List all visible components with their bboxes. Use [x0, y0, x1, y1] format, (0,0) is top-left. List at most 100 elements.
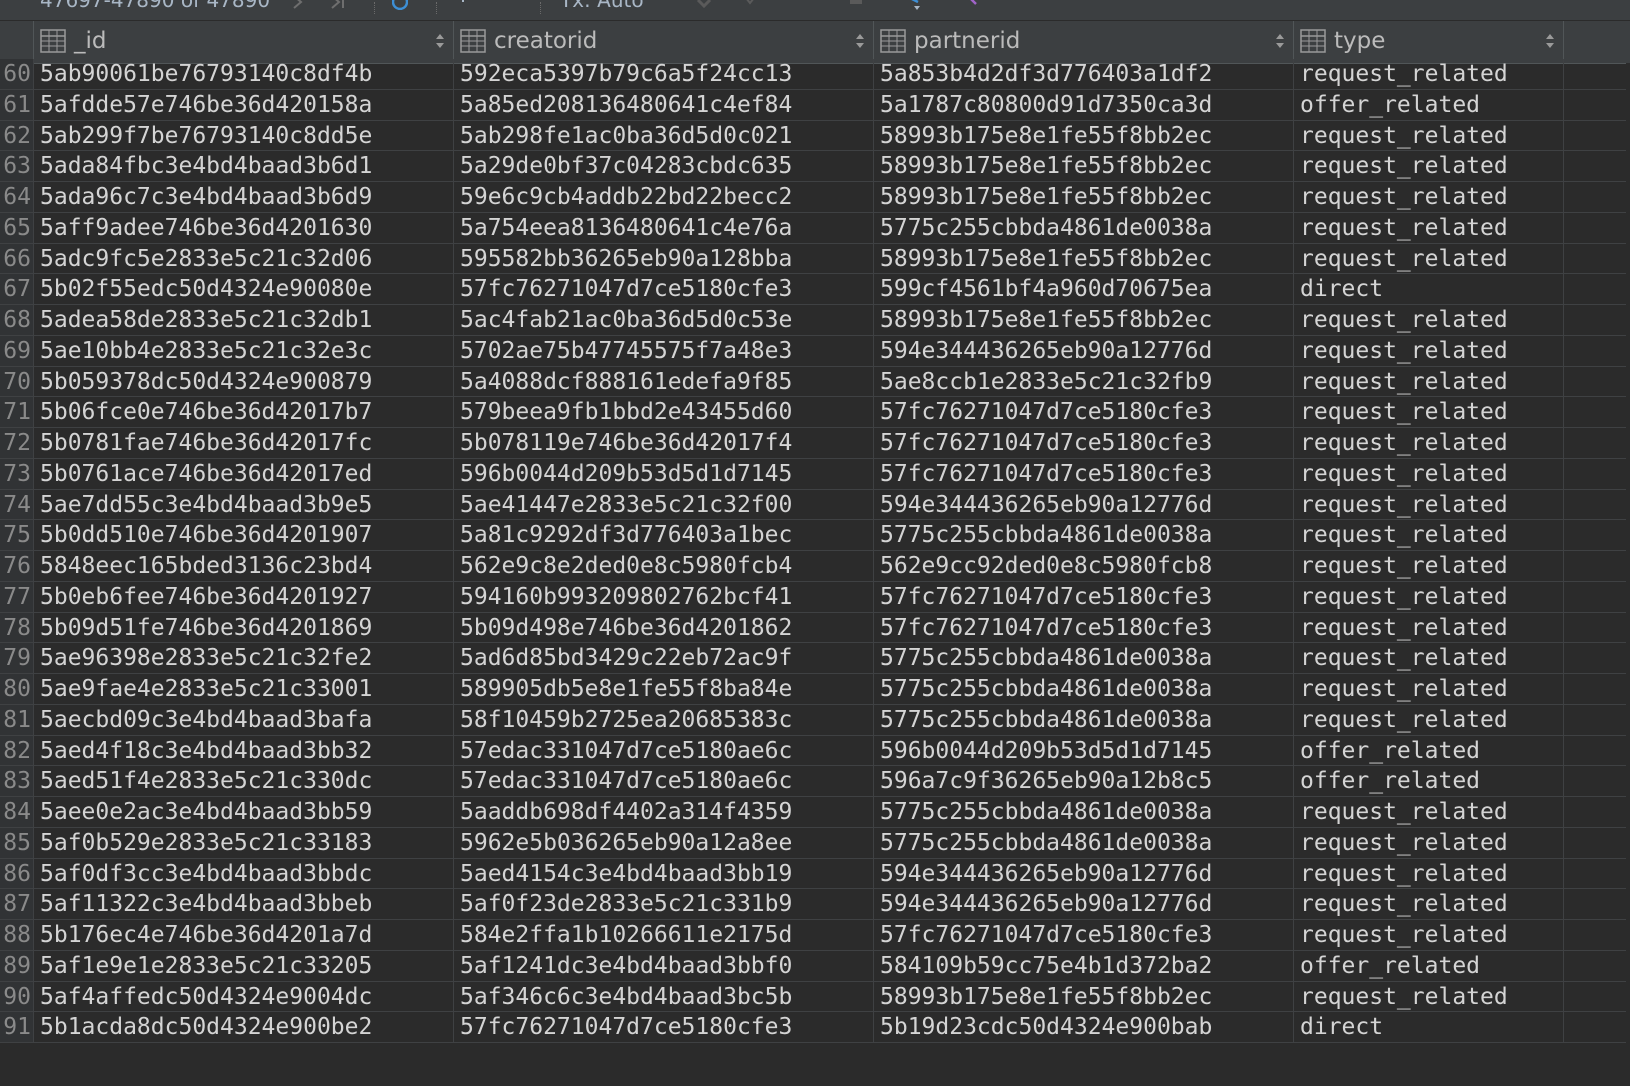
- cell-id[interactable]: 5af1e9e1e2833e5c21c33205: [34, 950, 454, 981]
- cell-creatorid[interactable]: 594160b993209802762bcf41: [454, 581, 874, 612]
- cell-id[interactable]: 5b176ec4e746be36d4201a7d: [34, 920, 454, 950]
- table-row[interactable]: 83 5aed51f4e2833e5c21c330dc 57edac331047d7…: [0, 766, 1630, 797]
- cell-creatorid[interactable]: 57edac331047d7ce5180ae6c: [454, 766, 874, 796]
- cell-id[interactable]: 5aff9adee746be36d4201630: [34, 212, 454, 243]
- cell-partnerid[interactable]: 5775c255cbbda4861de0038a: [874, 520, 1294, 550]
- cell-id[interactable]: 5b0761ace746be36d42017ed: [34, 458, 454, 489]
- cell-type[interactable]: request_related: [1294, 182, 1564, 212]
- table-row[interactable]: 87 5af11322c3e4bd4baad3bbeb 5af0f23de2833e…: [0, 889, 1630, 920]
- cell-creatorid[interactable]: 57fc76271047d7ce5180cfe3: [454, 1012, 874, 1042]
- cell-type[interactable]: request_related: [1294, 458, 1564, 489]
- cell-creatorid[interactable]: 5a4088dcf888161edefa9f85: [454, 366, 874, 397]
- last-page-icon[interactable]: [330, 0, 346, 10]
- cell-type[interactable]: request_related: [1294, 704, 1564, 735]
- cell-type[interactable]: request_related: [1294, 59, 1564, 89]
- table-row[interactable]: 71 5b06fce0e746be36d42017b7 579beea9fb1bbd…: [0, 397, 1630, 428]
- table-row[interactable]: 64 5ada96c7c3e4bd4baad3b6d9 59e6c9cb4addb2…: [0, 182, 1630, 213]
- cell-type[interactable]: offer_related: [1294, 766, 1564, 796]
- cell-partnerid[interactable]: 594e344436265eb90a12776d: [874, 335, 1294, 366]
- table-row[interactable]: 76 5848eec165bded3136c23bd4 562e9c8e2ded0e…: [0, 551, 1630, 582]
- cell-creatorid[interactable]: 562e9c8e2ded0e8c5980fcb4: [454, 551, 874, 581]
- cell-partnerid[interactable]: 5775c255cbbda4861de0038a: [874, 212, 1294, 243]
- cell-partnerid[interactable]: 562e9cc92ded0e8c5980fcb8: [874, 551, 1294, 581]
- cell-creatorid[interactable]: 5ae41447e2833e5c21c32f00: [454, 489, 874, 520]
- cell-type[interactable]: request_related: [1294, 827, 1564, 858]
- cell-creatorid[interactable]: 5b078119e746be36d42017f4: [454, 428, 874, 458]
- cell-id[interactable]: 5ae96398e2833e5c21c32fe2: [34, 643, 454, 673]
- cell-creatorid[interactable]: 5a754eea8136480641c4e76a: [454, 212, 874, 243]
- sort-icon[interactable]: [435, 33, 445, 49]
- next-page-icon[interactable]: [290, 0, 306, 10]
- cell-type[interactable]: request_related: [1294, 520, 1564, 550]
- stop-icon[interactable]: [848, 0, 864, 10]
- cell-type[interactable]: direct: [1294, 274, 1564, 304]
- cell-partnerid[interactable]: 58993b175e8e1fe55f8bb2ec: [874, 981, 1294, 1012]
- add-row-icon[interactable]: [455, 0, 471, 10]
- table-row[interactable]: 88 5b176ec4e746be36d4201a7d 584e2ffa1b1026…: [0, 920, 1630, 951]
- cell-creatorid[interactable]: 5a81c9292df3d776403a1bec: [454, 520, 874, 550]
- commit-icon[interactable]: [696, 0, 712, 10]
- table-row[interactable]: 82 5aed4f18c3e4bd4baad3bb32 57edac331047d7…: [0, 735, 1630, 767]
- cell-type[interactable]: offer_related: [1294, 950, 1564, 981]
- table-row[interactable]: 61 5afdde57e746be36d420158a 5a85ed20813648…: [0, 89, 1630, 121]
- cell-creatorid[interactable]: 596b0044d209b53d5d1d7145: [454, 458, 874, 489]
- column-header-partnerid[interactable]: partnerid: [874, 21, 1294, 63]
- cell-type[interactable]: request_related: [1294, 428, 1564, 458]
- table-row[interactable]: 72 5b0781fae746be36d42017fc 5b078119e746be…: [0, 428, 1630, 459]
- cell-id[interactable]: 5af0b529e2833e5c21c33183: [34, 827, 454, 858]
- cell-id[interactable]: 5ab90061be76793140c8df4b: [34, 59, 454, 89]
- cell-partnerid[interactable]: 5775c255cbbda4861de0038a: [874, 827, 1294, 858]
- table-row[interactable]: 68 5adea58de2833e5c21c32db1 5ac4fab21ac0ba…: [0, 305, 1630, 336]
- table-row[interactable]: 89 5af1e9e1e2833e5c21c33205 5af1241dc3e4bd…: [0, 950, 1630, 982]
- cell-partnerid[interactable]: 5775c255cbbda4861de0038a: [874, 797, 1294, 827]
- cell-partnerid[interactable]: 596a7c9f36265eb90a12b8c5: [874, 766, 1294, 796]
- cell-id[interactable]: 5b1acda8dc50d4324e900be2: [34, 1012, 454, 1042]
- table-row[interactable]: 80 5ae9fae4e2833e5c21c33001 589905db5e8e1f…: [0, 674, 1630, 705]
- cell-creatorid[interactable]: 5af346c6c3e4bd4baad3bc5b: [454, 981, 874, 1012]
- cell-partnerid[interactable]: 58993b175e8e1fe55f8bb2ec: [874, 151, 1294, 181]
- sort-icon[interactable]: [855, 33, 865, 49]
- cell-partnerid[interactable]: 57fc76271047d7ce5180cfe3: [874, 920, 1294, 950]
- table-row[interactable]: 84 5aee0e2ac3e4bd4baad3bb59 5aaddb698df440…: [0, 797, 1630, 828]
- cell-partnerid[interactable]: 58993b175e8e1fe55f8bb2ec: [874, 243, 1294, 274]
- column-header-type[interactable]: type: [1294, 21, 1564, 63]
- table-row[interactable]: 91 5b1acda8dc50d4324e900be2 57fc76271047d7…: [0, 1012, 1630, 1043]
- cell-creatorid[interactable]: 5b09d498e746be36d4201862: [454, 612, 874, 643]
- cell-type[interactable]: request_related: [1294, 858, 1564, 889]
- table-row[interactable]: 86 5af0df3cc3e4bd4baad3bbdc 5aed4154c3e4bd…: [0, 858, 1630, 890]
- cell-partnerid[interactable]: 58993b175e8e1fe55f8bb2ec: [874, 120, 1294, 151]
- cell-id[interactable]: 5aecbd09c3e4bd4baad3bafa: [34, 704, 454, 735]
- cell-creatorid[interactable]: 592eca5397b79c6a5f24cc13: [454, 59, 874, 89]
- cell-partnerid[interactable]: 57fc76271047d7ce5180cfe3: [874, 428, 1294, 458]
- table-row[interactable]: 60 5ab90061be76793140c8df4b 592eca5397b79c…: [0, 59, 1630, 90]
- table-row[interactable]: 63 5ada84fbc3e4bd4baad3b6d1 5a29de0bf37c04…: [0, 151, 1630, 182]
- cell-id[interactable]: 5ada96c7c3e4bd4baad3b6d9: [34, 182, 454, 212]
- cell-creatorid[interactable]: 589905db5e8e1fe55f8ba84e: [454, 674, 874, 704]
- cell-id[interactable]: 5b0eb6fee746be36d4201927: [34, 581, 454, 612]
- table-row[interactable]: 78 5b09d51fe746be36d4201869 5b09d498e746be…: [0, 612, 1630, 644]
- cell-id[interactable]: 5af4affedc50d4324e9004dc: [34, 981, 454, 1012]
- cell-type[interactable]: request_related: [1294, 889, 1564, 919]
- cell-partnerid[interactable]: 58993b175e8e1fe55f8bb2ec: [874, 305, 1294, 335]
- table-row[interactable]: 67 5b02f55edc50d4324e90080e 57fc76271047d7…: [0, 274, 1630, 305]
- cell-partnerid[interactable]: 5a853b4d2df3d776403a1df2: [874, 59, 1294, 89]
- pin-icon[interactable]: [966, 0, 982, 10]
- cell-type[interactable]: offer_related: [1294, 89, 1564, 120]
- table-row[interactable]: 75 5b0dd510e746be36d4201907 5a81c9292df3d7…: [0, 520, 1630, 551]
- cell-id[interactable]: 5aed51f4e2833e5c21c330dc: [34, 766, 454, 796]
- cell-id[interactable]: 5b059378dc50d4324e900879: [34, 366, 454, 397]
- cell-creatorid[interactable]: 5ad6d85bd3429c22eb72ac9f: [454, 643, 874, 673]
- table-row[interactable]: 81 5aecbd09c3e4bd4baad3bafa 58f10459b2725e…: [0, 704, 1630, 736]
- cell-type[interactable]: direct: [1294, 1012, 1564, 1042]
- cell-id[interactable]: 5adea58de2833e5c21c32db1: [34, 305, 454, 335]
- cell-type[interactable]: request_related: [1294, 120, 1564, 151]
- cell-type[interactable]: request_related: [1294, 151, 1564, 181]
- cell-partnerid[interactable]: 594e344436265eb90a12776d: [874, 489, 1294, 520]
- cell-type[interactable]: request_related: [1294, 981, 1564, 1012]
- dropdown-arrow-icon[interactable]: [742, 0, 758, 10]
- cell-type[interactable]: request_related: [1294, 489, 1564, 520]
- cell-partnerid[interactable]: 58993b175e8e1fe55f8bb2ec: [874, 182, 1294, 212]
- cell-partnerid[interactable]: 5ae8ccb1e2833e5c21c32fb9: [874, 366, 1294, 397]
- cell-type[interactable]: request_related: [1294, 305, 1564, 335]
- cell-id[interactable]: 5aee0e2ac3e4bd4baad3bb59: [34, 797, 454, 827]
